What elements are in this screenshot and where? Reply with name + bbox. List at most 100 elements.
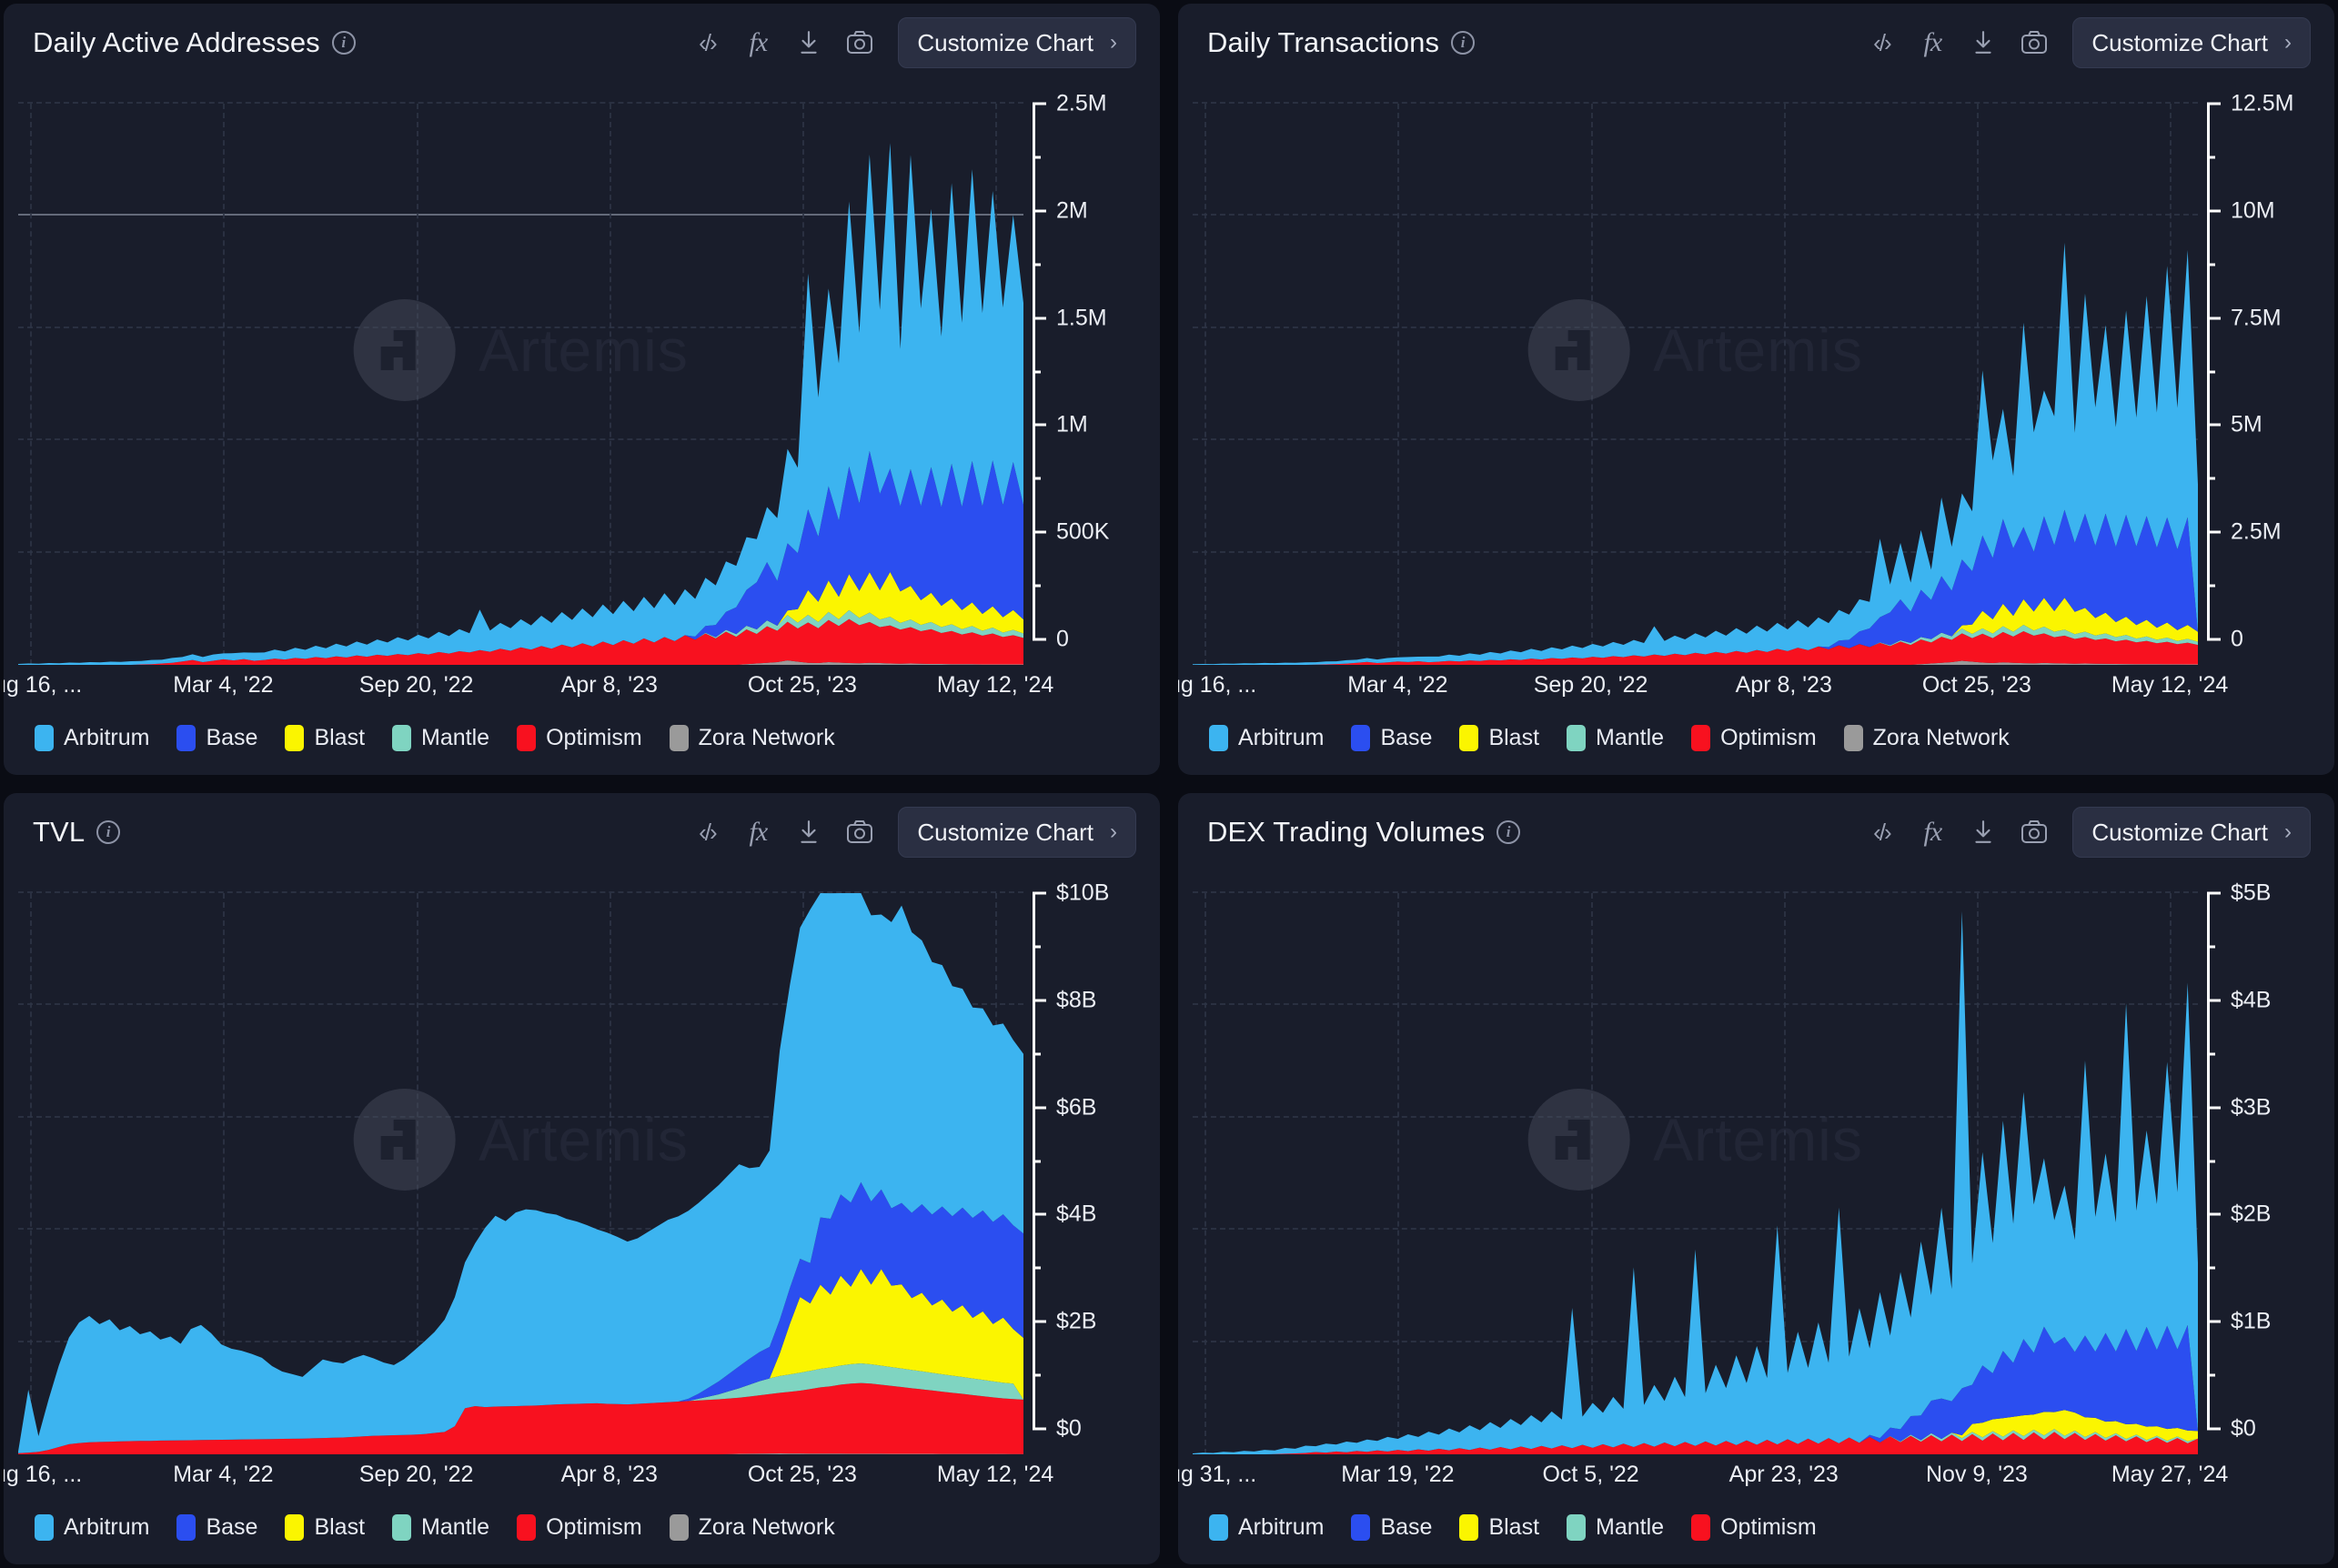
x-tick-label: Aug 16, ...: [4, 672, 83, 698]
y-tick: 1.5M: [1033, 305, 1107, 331]
y-tick-minor: [2207, 945, 2215, 949]
fx-icon[interactable]: fx: [1907, 19, 1958, 66]
customize-chart-button[interactable]: Customize Chart ›: [898, 17, 1136, 68]
y-tick: $10B: [1033, 880, 1109, 907]
y-tick-label: $4B: [1056, 1201, 1097, 1227]
y-tick: $2B: [1033, 1309, 1096, 1335]
legend-item-zora-network[interactable]: Zora Network: [669, 1514, 835, 1541]
x-tick-label: Oct 25, '23: [747, 1462, 857, 1487]
fx-icon[interactable]: fx: [732, 809, 783, 856]
y-tick-minor: [1033, 477, 1041, 480]
legend-item-zora-network[interactable]: Zora Network: [669, 725, 835, 751]
info-icon[interactable]: i: [331, 31, 356, 55]
legend-swatch: [1351, 1514, 1371, 1541]
y-tick-minor: [2207, 1160, 2215, 1162]
customize-chart-label: Customize Chart: [917, 28, 1093, 56]
y-tick-line-minor: [2207, 477, 2215, 480]
customize-chart-button[interactable]: Customize Chart ›: [898, 807, 1136, 858]
x-tick-label: Aug 31, ...: [1178, 1462, 1257, 1487]
code-icon[interactable]: ‹/›: [1856, 809, 1907, 856]
x-tick-label: May 12, '24: [936, 672, 1054, 698]
camera-icon[interactable]: [834, 19, 885, 66]
code-icon[interactable]: ‹/›: [681, 19, 732, 66]
info-icon[interactable]: i: [1497, 820, 1521, 844]
legend-swatch: [1567, 725, 1587, 751]
y-tick-minor: [1033, 584, 1041, 588]
y-tick-minor: [1033, 1052, 1041, 1056]
y-tick-label: 1.5M: [1056, 305, 1107, 331]
y-tick-line: [2207, 999, 2221, 1002]
legend-item-arbitrum[interactable]: Arbitrum: [35, 1514, 149, 1541]
legend-swatch: [1843, 725, 1863, 751]
y-tick-line-minor: [1033, 584, 1041, 588]
legend-item-zora-network[interactable]: Zora Network: [1843, 725, 2010, 751]
legend-item-optimism[interactable]: Optimism: [517, 725, 642, 751]
download-icon[interactable]: [1958, 19, 2009, 66]
y-tick-minor: [2207, 370, 2215, 373]
legend-item-blast[interactable]: Blast: [1459, 725, 1539, 751]
panel-tvl: TVL i ‹/› fx Customize Chart › Artemis $0 $2B $4B…: [4, 793, 1160, 1564]
y-tick-minor: [1033, 370, 1041, 373]
code-icon-glyph: ‹/›: [699, 818, 717, 846]
camera-icon[interactable]: [2009, 19, 2060, 66]
legend-swatch: [176, 725, 197, 751]
y-tick-minor: [2207, 263, 2215, 266]
y-tick-minor: [1033, 263, 1041, 266]
legend-item-optimism[interactable]: Optimism: [517, 1514, 642, 1541]
legend-item-optimism[interactable]: Optimism: [1691, 725, 1817, 751]
download-icon[interactable]: [1958, 809, 2009, 856]
legend-item-arbitrum[interactable]: Arbitrum: [1209, 1514, 1324, 1541]
camera-icon[interactable]: [2009, 809, 2060, 856]
code-icon[interactable]: ‹/›: [681, 809, 732, 856]
y-axis-tvl: $0 $2B $4B $6B $8B $10B: [1023, 880, 1160, 1454]
y-tick-label: 7.5M: [2231, 305, 2282, 331]
download-icon[interactable]: [783, 809, 834, 856]
legend-item-mantle[interactable]: Mantle: [1567, 1514, 1664, 1541]
download-icon[interactable]: [783, 19, 834, 66]
y-tick-line-minor: [2207, 156, 2215, 159]
info-icon[interactable]: i: [1451, 31, 1476, 55]
legend-item-optimism[interactable]: Optimism: [1691, 1514, 1817, 1541]
customize-chart-button[interactable]: Customize Chart ›: [2072, 17, 2311, 68]
legend-item-mantle[interactable]: Mantle: [392, 725, 489, 751]
legend-item-blast[interactable]: Blast: [1459, 1514, 1539, 1541]
chart-svg-tvl: [18, 893, 1023, 1454]
legend-item-blast[interactable]: Blast: [285, 1514, 365, 1541]
x-tick-label: Sep 20, '22: [1533, 672, 1648, 698]
legend-item-arbitrum[interactable]: Arbitrum: [1209, 725, 1324, 751]
y-tick-label: 2.5M: [1056, 90, 1107, 116]
y-tick: $0: [2207, 1416, 2256, 1442]
camera-icon[interactable]: [834, 809, 885, 856]
legend-item-mantle[interactable]: Mantle: [392, 1514, 489, 1541]
y-tick-minor: [1033, 1373, 1041, 1377]
legend-item-base[interactable]: Base: [176, 1514, 257, 1541]
y-tick-line: [1033, 423, 1046, 427]
y-tick-line: [1033, 530, 1046, 534]
y-tick-line-minor: [2207, 945, 2215, 949]
fx-icon[interactable]: fx: [732, 19, 783, 66]
y-tick: $6B: [1033, 1094, 1096, 1121]
panel-title-daily-transactions: Daily Transactions: [1207, 26, 1440, 58]
legend-item-blast[interactable]: Blast: [285, 725, 365, 751]
legend-swatch: [176, 1514, 197, 1541]
legend-item-arbitrum[interactable]: Arbitrum: [35, 725, 149, 751]
y-tick: $5B: [2207, 880, 2271, 907]
legend-item-base[interactable]: Base: [176, 725, 257, 751]
y-tick: $4B: [1033, 1201, 1096, 1228]
y-tick-line-minor: [1033, 945, 1041, 949]
code-icon[interactable]: ‹/›: [1856, 19, 1907, 66]
y-tick: 2M: [1033, 197, 1088, 224]
legend-item-base[interactable]: Base: [1351, 1514, 1432, 1541]
plot-area-dex-trading-volumes: Artemis $0 $1B $2B $3B $4B $5B: [1178, 871, 2334, 1454]
x-tick-label: May 12, '24: [2111, 672, 2229, 698]
fx-icon[interactable]: fx: [1907, 809, 1958, 856]
info-icon[interactable]: i: [96, 820, 121, 844]
customize-chart-label: Customize Chart: [2091, 28, 2268, 56]
legend-item-base[interactable]: Base: [1351, 725, 1432, 751]
x-tick-label: May 12, '24: [936, 1462, 1054, 1487]
x-tick-label: Aug 16, ...: [4, 1462, 83, 1487]
customize-chart-button[interactable]: Customize Chart ›: [2072, 807, 2311, 858]
legend-label: Mantle: [1596, 725, 1665, 750]
legend-item-mantle[interactable]: Mantle: [1567, 725, 1664, 751]
y-tick-label: $2B: [2231, 1201, 2272, 1227]
